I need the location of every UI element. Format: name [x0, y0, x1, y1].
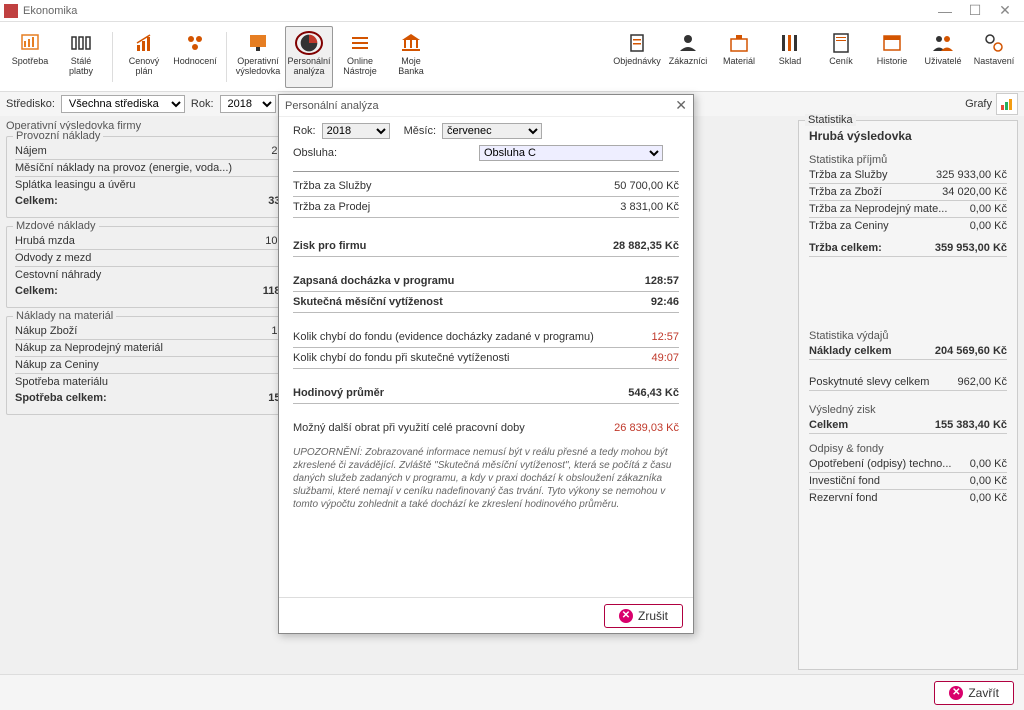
stats-title: Hrubá výsledovka	[809, 129, 1007, 143]
close-main-button[interactable]: ✕ Zavřít	[934, 681, 1014, 705]
customers-icon	[674, 31, 702, 55]
list-item: Splátka leasingu a úvěru2 500	[15, 177, 305, 193]
tool-nastaveni[interactable]: Nastavení	[970, 26, 1018, 88]
tool-operativni-vysledovka[interactable]: Operativní výsledovka	[234, 26, 282, 88]
close-icon: ✕	[949, 686, 963, 700]
operative-icon	[244, 31, 272, 55]
dlg-obsluha-label: Obsluha:	[293, 147, 473, 159]
footer-bar: ✕ Zavřít	[0, 674, 1024, 710]
tool-cenovy-plan[interactable]: Cenový plán	[120, 26, 168, 88]
dialog-warning-text: UPOZORNĚNÍ: Zobrazované informace nemusí…	[293, 446, 679, 511]
list-item: Tržba za Zboží34 020,00 Kč	[809, 184, 1007, 201]
dlg-mesic-select[interactable]: červenec	[442, 123, 542, 139]
list-item: Zapsaná docházka v programu128:57	[293, 271, 679, 292]
list-item: Skutečná měsíční vytíženost92:46	[293, 292, 679, 313]
list-item: Tržba za Neprodejný mate...0,00 Kč	[809, 201, 1007, 218]
list-item: Nákup za Ceniny0	[15, 357, 305, 374]
list-item: Hrubá mzda109 391	[15, 233, 305, 250]
dlg-mesic-label: Měsíc:	[404, 125, 436, 137]
tool-material[interactable]: Materiál	[715, 26, 763, 88]
tool-sklad[interactable]: Sklad	[766, 26, 814, 88]
bank-icon	[397, 31, 425, 55]
maximize-button[interactable]: ☐	[960, 0, 990, 22]
tool-cenik[interactable]: Ceník	[817, 26, 865, 88]
list-item: Kolik chybí do fondu při skutečné vytíže…	[293, 348, 679, 369]
dlg-obsluha-select[interactable]: Obsluha C	[479, 145, 663, 161]
list-item: Tržba za Ceniny0,00 Kč	[809, 218, 1007, 234]
tool-historie[interactable]: Historie	[868, 26, 916, 88]
tool-zakaznici[interactable]: Zákazníci	[664, 26, 712, 88]
rating-icon	[181, 31, 209, 55]
material-group: Náklady na materiál Nákup Zboží12 708Nák…	[6, 316, 314, 415]
dialog-cancel-button[interactable]: ✕ Zrušit	[604, 604, 683, 628]
pricelist-icon	[827, 31, 855, 55]
material-icon	[725, 31, 753, 55]
warehouse-icon	[776, 31, 804, 55]
dialog-titlebar: Personální analýza ✕	[279, 95, 693, 117]
right-column: Statistika Hrubá výsledovka Statistika p…	[792, 116, 1024, 674]
minimize-button[interactable]: —	[930, 0, 960, 22]
dlg-rok-label: Rok:	[293, 125, 316, 137]
list-item: Nákup za Neprodejný materiál0	[15, 340, 305, 357]
list-item: Odvody z mezd9 107	[15, 250, 305, 267]
app-icon	[4, 4, 18, 18]
dialog-body: Rok: 2018 Měsíc: červenec Obsluha: Obslu…	[279, 117, 693, 597]
cancel-icon: ✕	[619, 609, 633, 623]
tool-online-nastroje[interactable]: Online Nástroje	[336, 26, 384, 88]
list-item: Nákup Zboží12 708	[15, 323, 305, 340]
main-toolbar: Spotřeba Stálé platby Cenový plán Hodnoc…	[0, 22, 1024, 92]
consumption-icon	[16, 31, 44, 55]
personal-analysis-dialog: Personální analýza ✕ Rok: 2018 Měsíc: če…	[278, 94, 694, 634]
dialog-title: Personální analýza	[285, 100, 379, 112]
list-item: Tržba za Služby325 933,00 Kč	[809, 167, 1007, 184]
list-item: Investiční fond0,00 Kč	[809, 473, 1007, 490]
dlg-rok-select[interactable]: 2018	[322, 123, 390, 139]
tool-personalni-analyza[interactable]: Personální analýza	[285, 26, 333, 88]
menu-icon	[346, 31, 374, 55]
stredisko-select[interactable]: Všechna střediska	[61, 95, 185, 113]
list-item: Cestovní náhrady0	[15, 267, 305, 283]
grafy-label: Grafy	[965, 98, 992, 110]
list-item: Tržba za Služby50 700,00 Kč	[293, 176, 679, 197]
stats-panel: Statistika Hrubá výsledovka Statistika p…	[798, 120, 1018, 670]
settings-icon	[980, 31, 1008, 55]
tool-moje-banka[interactable]: Moje Banka	[387, 26, 435, 88]
titlebar: Ekonomika — ☐ ✕	[0, 0, 1024, 22]
payments-icon	[67, 31, 95, 55]
stredisko-label: Středisko:	[6, 98, 55, 110]
analysis-icon	[295, 31, 323, 55]
orders-icon	[623, 31, 651, 55]
list-item: Tržba za Prodej3 831,00 Kč	[293, 197, 679, 218]
tool-hodnoceni[interactable]: Hodnocení	[171, 26, 219, 88]
left-column: Operativní výsledovka firmy Provozní nák…	[0, 116, 320, 674]
rok-label: Rok:	[191, 98, 214, 110]
provozni-group: Provozní náklady Nájem25 000Měsíční nákl…	[6, 136, 314, 218]
list-item: Spotřeba materiálu2 412	[15, 374, 305, 390]
tool-spotreba[interactable]: Spotřeba	[6, 26, 54, 88]
grafy-button[interactable]	[996, 93, 1018, 115]
list-item: Rezervní fond0,00 Kč	[809, 490, 1007, 506]
tool-uzivatele[interactable]: Uživatelé	[919, 26, 967, 88]
tool-stale-platby[interactable]: Stálé platby	[57, 26, 105, 88]
list-item: Opotřebení (odpisy) techno...0,00 Kč	[809, 456, 1007, 473]
list-item: Měsíční náklady na provoz (energie, voda…	[15, 160, 305, 177]
rok-select[interactable]: 2018	[220, 95, 276, 113]
dialog-footer: ✕ Zrušit	[279, 597, 693, 633]
tool-objednavky[interactable]: Objednávky	[613, 26, 661, 88]
close-button[interactable]: ✕	[990, 0, 1020, 22]
users-icon	[929, 31, 957, 55]
price-plan-icon	[130, 31, 158, 55]
history-icon	[878, 31, 906, 55]
dialog-close-button[interactable]: ✕	[675, 97, 687, 114]
chart-icon	[1000, 97, 1014, 111]
list-item: Kolik chybí do fondu (evidence docházky …	[293, 327, 679, 348]
app-title: Ekonomika	[23, 5, 930, 17]
list-item: Nájem25 000	[15, 143, 305, 160]
mzdove-group: Mzdové náklady Hrubá mzda109 391Odvody z…	[6, 226, 314, 308]
